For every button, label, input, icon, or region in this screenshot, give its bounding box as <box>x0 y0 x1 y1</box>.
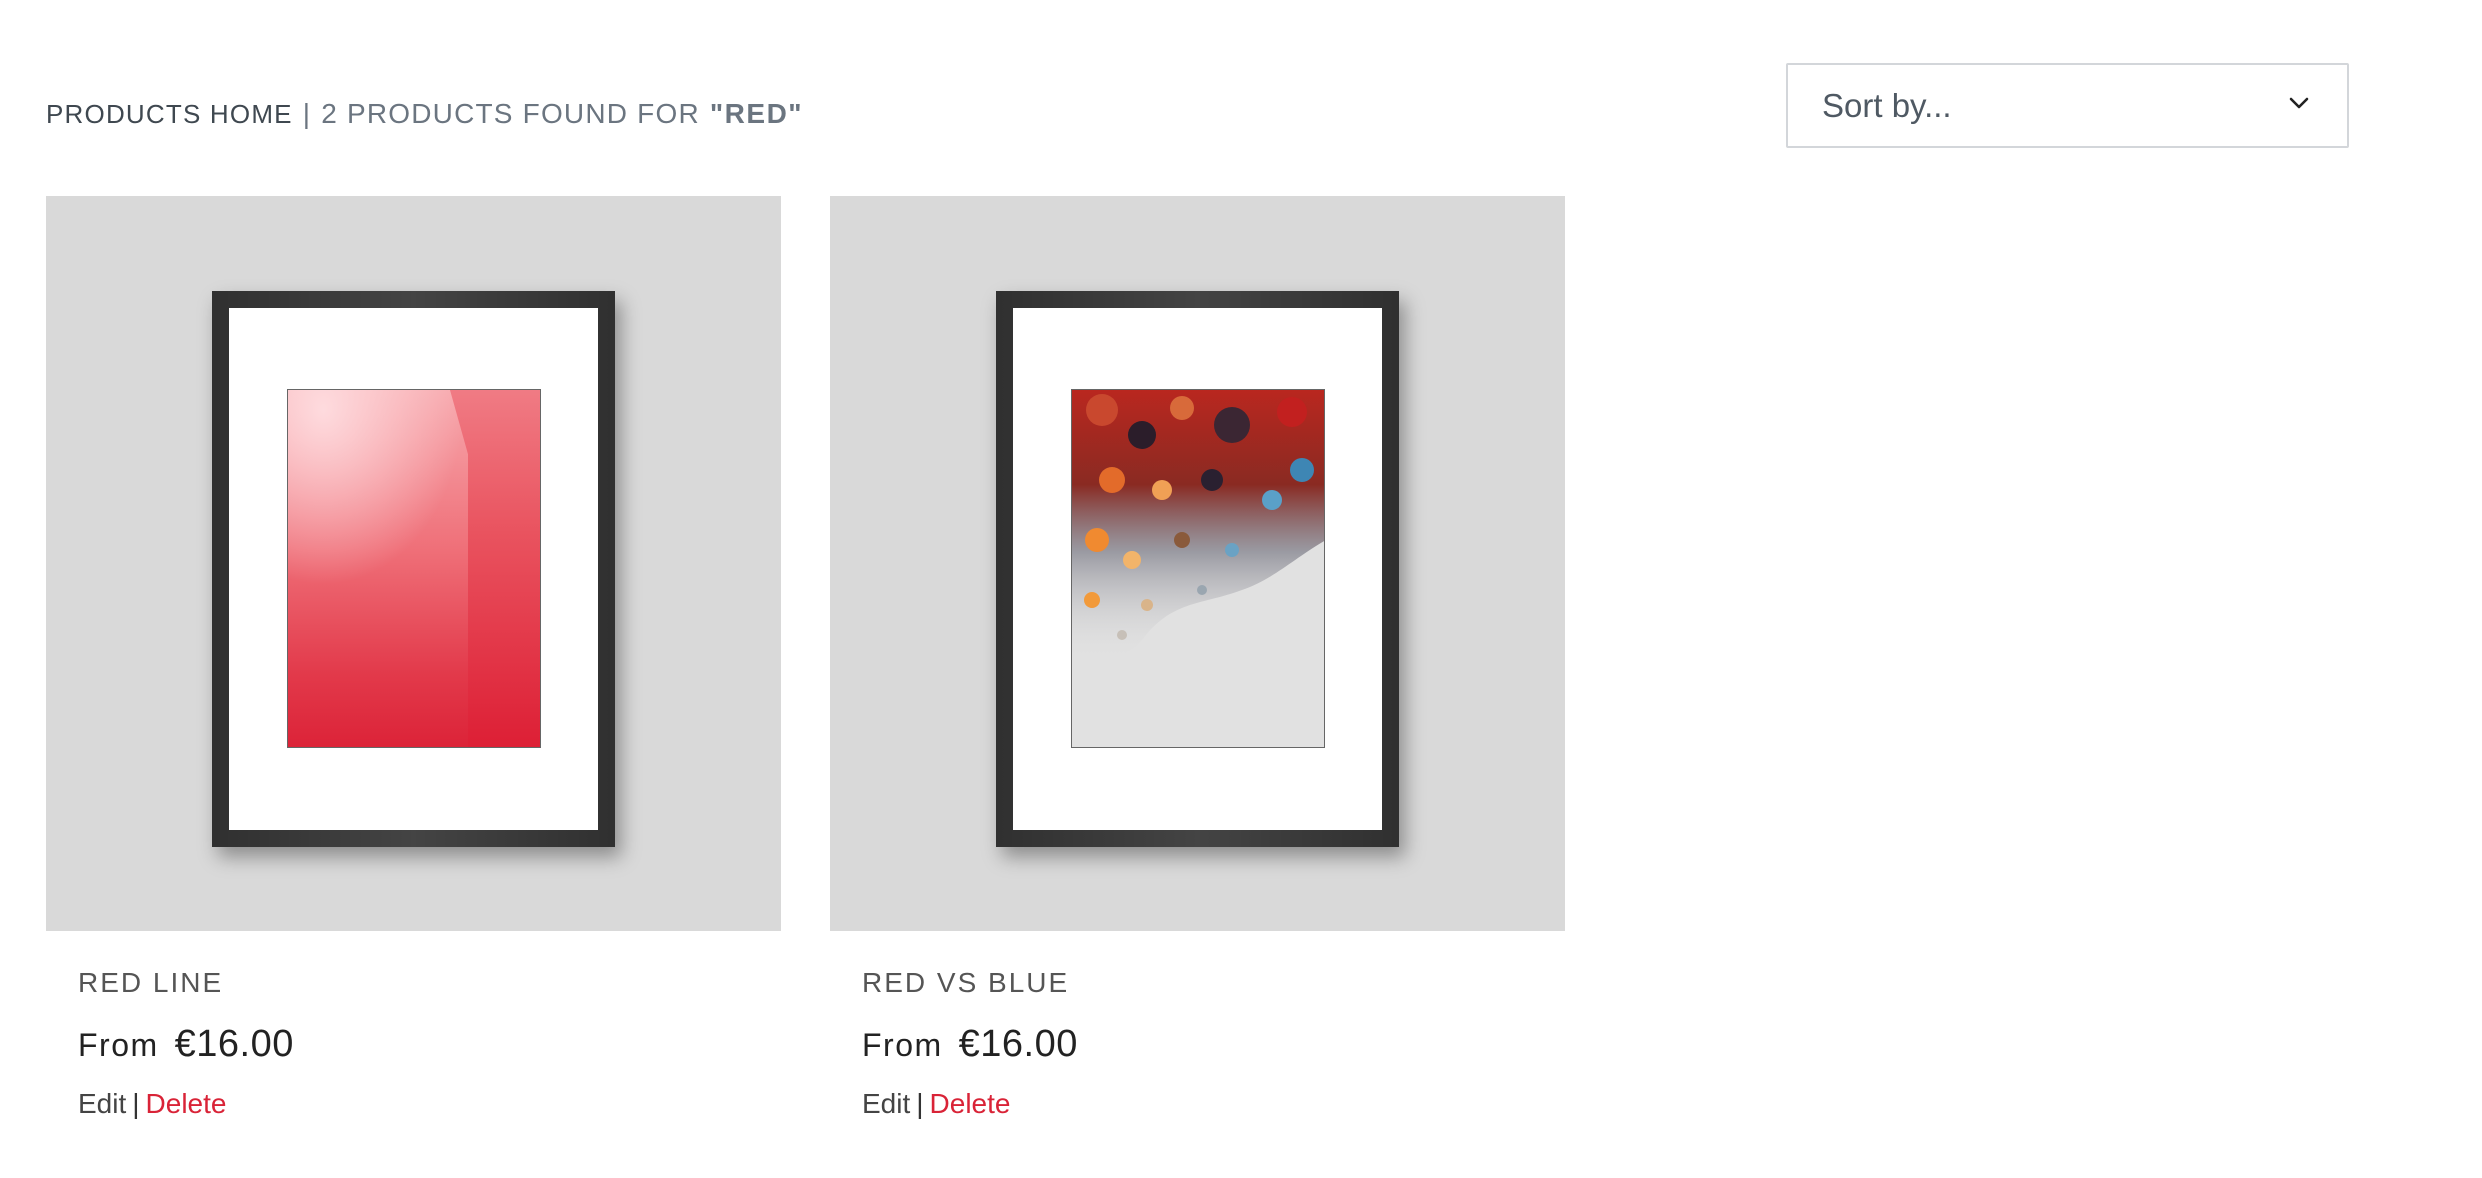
search-query: "red" <box>709 98 804 129</box>
breadcrumb: Products Home | 2 Products found for "re… <box>46 98 803 138</box>
price-value: €16.00 <box>958 1023 1078 1065</box>
actions-separator: | <box>132 1088 140 1119</box>
product-image[interactable] <box>830 196 1565 931</box>
breadcrumb-separator: | <box>302 98 312 129</box>
delete-link[interactable]: Delete <box>930 1088 1011 1119</box>
product-actions: Edit | Delete <box>46 1088 781 1120</box>
actions-separator: | <box>916 1088 924 1119</box>
edit-link[interactable]: Edit <box>78 1088 126 1119</box>
product-card: Red vs Blue From €16.00 Edit | Delete <box>830 196 1565 1120</box>
product-title[interactable]: Red vs Blue <box>830 967 1565 999</box>
product-price: From €16.00 <box>46 1023 781 1066</box>
product-search-page: Products Home | 2 Products found for "re… <box>0 0 2482 1178</box>
chevron-down-icon <box>2289 97 2309 108</box>
price-prefix: From <box>862 1027 943 1063</box>
frame-mat <box>229 308 598 830</box>
sort-by-label: Sort by... <box>1822 86 1952 124</box>
product-card: Red Line From €16.00 Edit | Delete <box>46 196 781 1120</box>
picture-frame <box>212 291 615 847</box>
price-prefix: From <box>78 1027 159 1063</box>
product-title[interactable]: Red Line <box>46 967 781 999</box>
price-value: €16.00 <box>174 1023 294 1065</box>
result-count-text: 2 Products found for <box>321 98 700 129</box>
artwork-red-line <box>287 389 541 748</box>
edit-link[interactable]: Edit <box>862 1088 910 1119</box>
product-actions: Edit | Delete <box>830 1088 1565 1120</box>
sort-by-select[interactable]: Sort by... <box>1786 63 2349 148</box>
frame-mat <box>1013 308 1382 830</box>
product-image[interactable] <box>46 196 781 931</box>
picture-frame <box>996 291 1399 847</box>
product-price: From €16.00 <box>830 1023 1565 1066</box>
breadcrumb-products-home-link[interactable]: Products Home <box>46 99 293 130</box>
delete-link[interactable]: Delete <box>146 1088 227 1119</box>
artwork-red-vs-blue <box>1071 389 1325 748</box>
